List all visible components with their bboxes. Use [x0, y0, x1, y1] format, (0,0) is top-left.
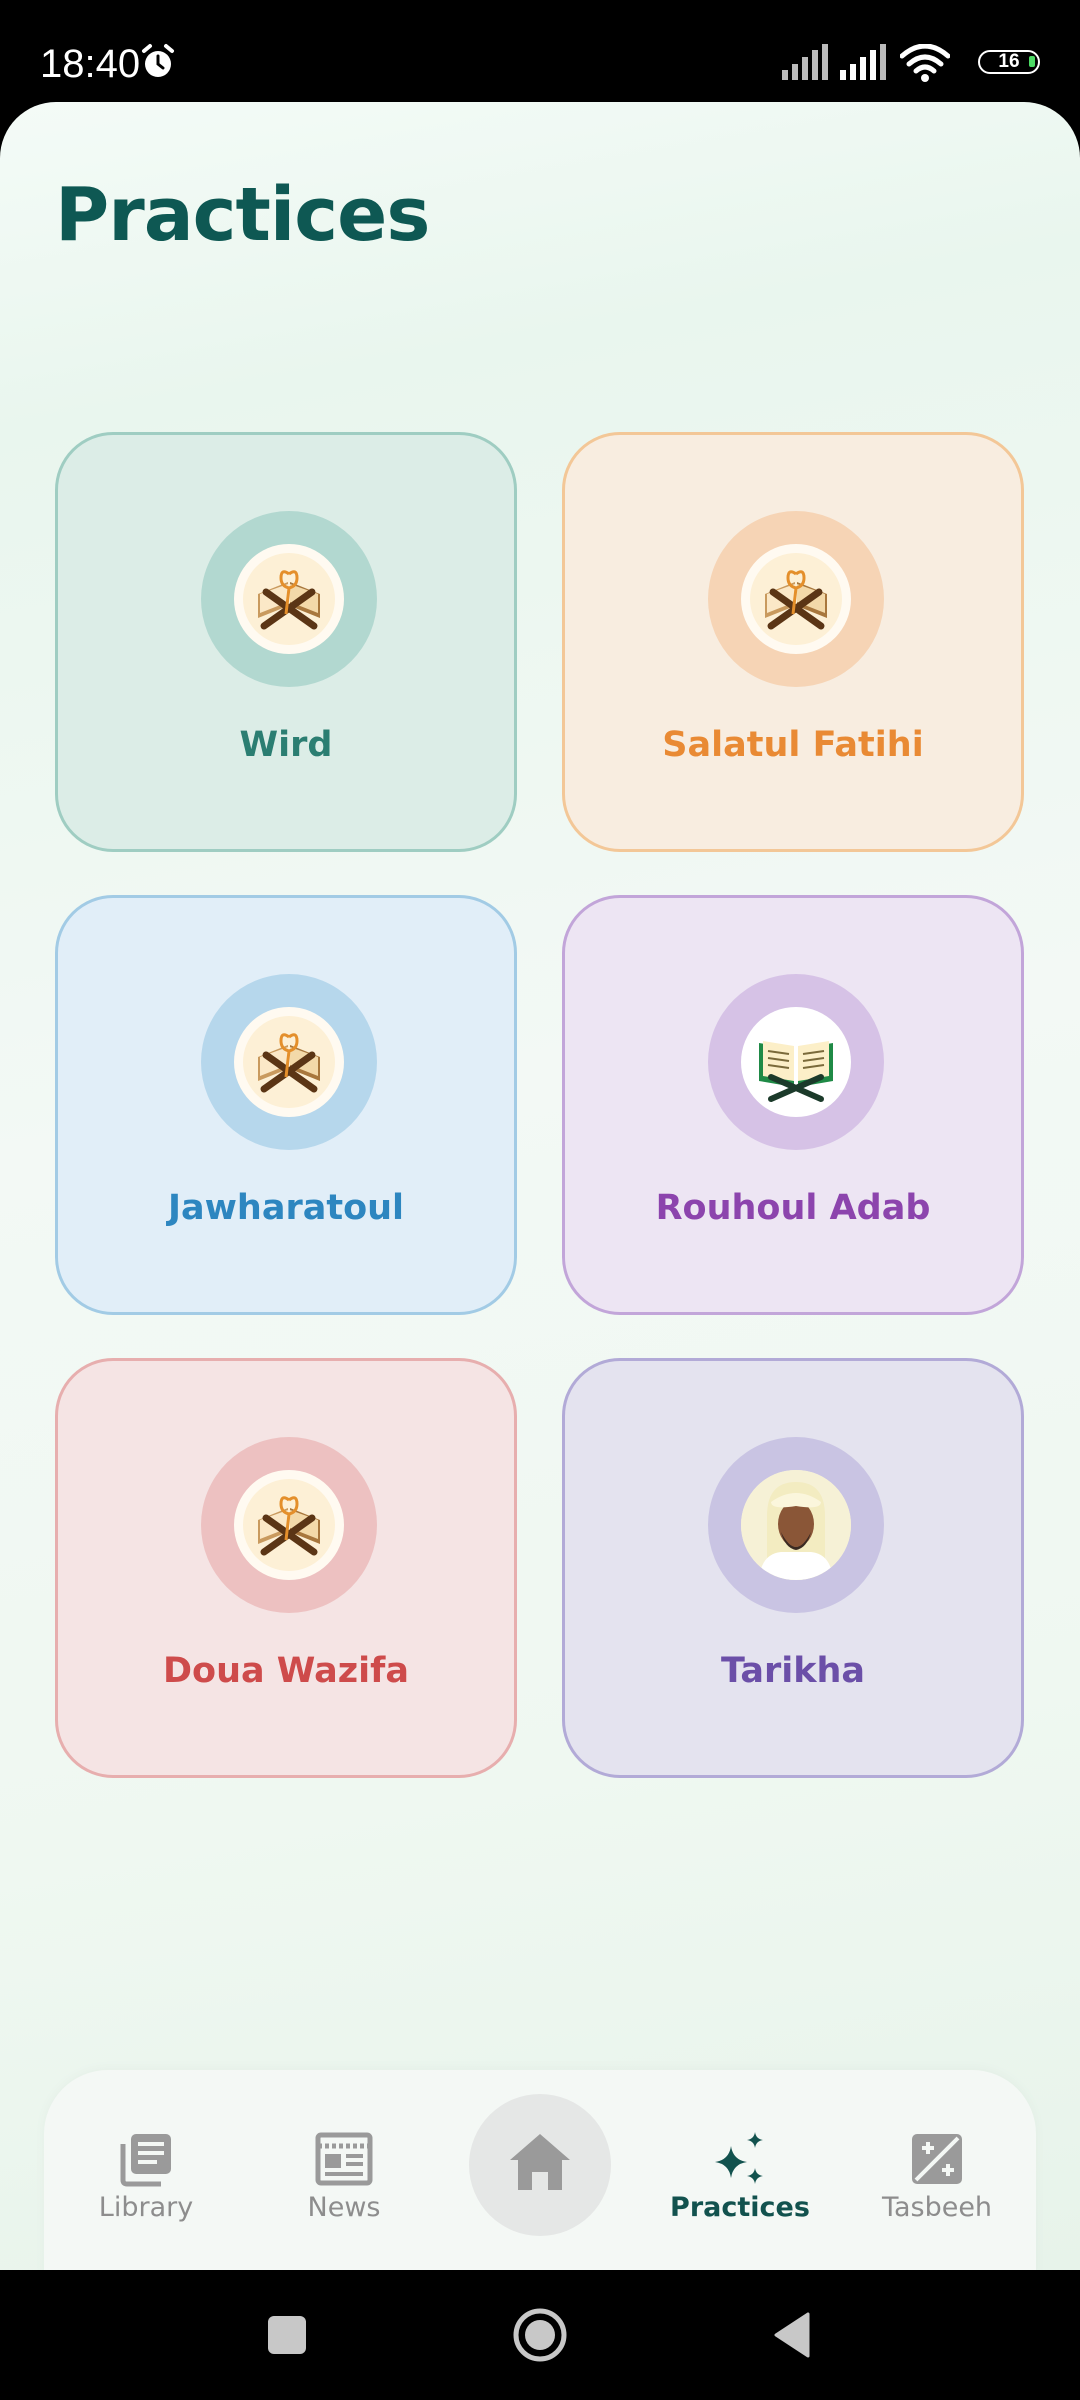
system-navigation-bar [0, 2270, 1080, 2400]
icon-disc [741, 1007, 851, 1117]
nav-label: Library [98, 2192, 194, 2223]
sparkles-icon [715, 2132, 763, 2184]
tasbeeh-counter-icon [912, 2134, 962, 2184]
nav-label: News [307, 2192, 381, 2223]
icon-disc [234, 544, 344, 654]
battery-fill [1029, 56, 1035, 67]
icon-ring [201, 1437, 377, 1613]
open-book-icon [759, 1041, 833, 1102]
alarm-icon [142, 44, 174, 77]
icon-disc [234, 1007, 344, 1117]
icon-disc [741, 1470, 851, 1580]
back-button[interactable] [768, 2310, 818, 2360]
nav-label: Tasbeeh [881, 2192, 993, 2223]
practice-card-salatul-fatihi[interactable]: Salatul Fatihi [562, 432, 1024, 852]
quran-stand-icon [243, 553, 335, 645]
page-title: Practices [55, 172, 430, 258]
nav-item-practices[interactable]: Practices [660, 2130, 820, 2223]
practice-label: Doua Wazifa [162, 1651, 409, 1691]
icon-disc [234, 1470, 344, 1580]
icon-ring [708, 974, 884, 1150]
quran-stand-icon [243, 1016, 335, 1108]
app-screen: Practices Wird Salatul Fatihi Jawharatou… [0, 102, 1080, 2270]
practice-label: Jawharatoul [167, 1188, 405, 1228]
nav-item-tasbeeh[interactable]: Tasbeeh [857, 2130, 1017, 2223]
wifi-icon [900, 44, 950, 82]
recent-apps-button[interactable] [262, 2310, 312, 2360]
status-time: 18:40 [40, 42, 141, 86]
nav-item-news[interactable]: News [264, 2130, 424, 2223]
status-icons: 16 [780, 44, 1040, 84]
home-button[interactable] [469, 2094, 611, 2236]
icon-ring [201, 974, 377, 1150]
status-bar: 18:40 16 [0, 0, 1080, 102]
signal-icon [782, 44, 828, 80]
icon-ring [201, 511, 377, 687]
practice-card-doua-wazifa[interactable]: Doua Wazifa [55, 1358, 517, 1778]
home-icon [510, 2134, 570, 2190]
practice-label: Wird [239, 725, 333, 765]
practice-card-jawharatoul[interactable]: Jawharatoul [55, 895, 517, 1315]
icon-ring [708, 1437, 884, 1613]
nav-label: Practices [670, 2192, 810, 2223]
practice-card-rouhoul-adab[interactable]: Rouhoul Adab [562, 895, 1024, 1315]
bottom-navigation: Library News Practices Tasbeeh [44, 2070, 1036, 2270]
quran-stand-icon [243, 1479, 335, 1571]
practice-card-wird[interactable]: Wird [55, 432, 517, 852]
home-system-button[interactable] [513, 2308, 567, 2362]
nav-item-library[interactable]: Library [66, 2130, 226, 2223]
icon-disc [741, 544, 851, 654]
practice-label: Salatul Fatihi [662, 725, 924, 765]
signal-icon [840, 44, 886, 80]
battery-icon: 16 [978, 50, 1040, 74]
library-icon [120, 2134, 171, 2187]
icon-ring [708, 511, 884, 687]
quran-stand-icon [750, 553, 842, 645]
practice-label: Tarikha [720, 1651, 866, 1691]
practice-card-tarikha[interactable]: Tarikha [562, 1358, 1024, 1778]
portrait-icon [741, 1470, 851, 1580]
news-icon [315, 2132, 373, 2186]
practice-label: Rouhoul Adab [655, 1188, 931, 1228]
